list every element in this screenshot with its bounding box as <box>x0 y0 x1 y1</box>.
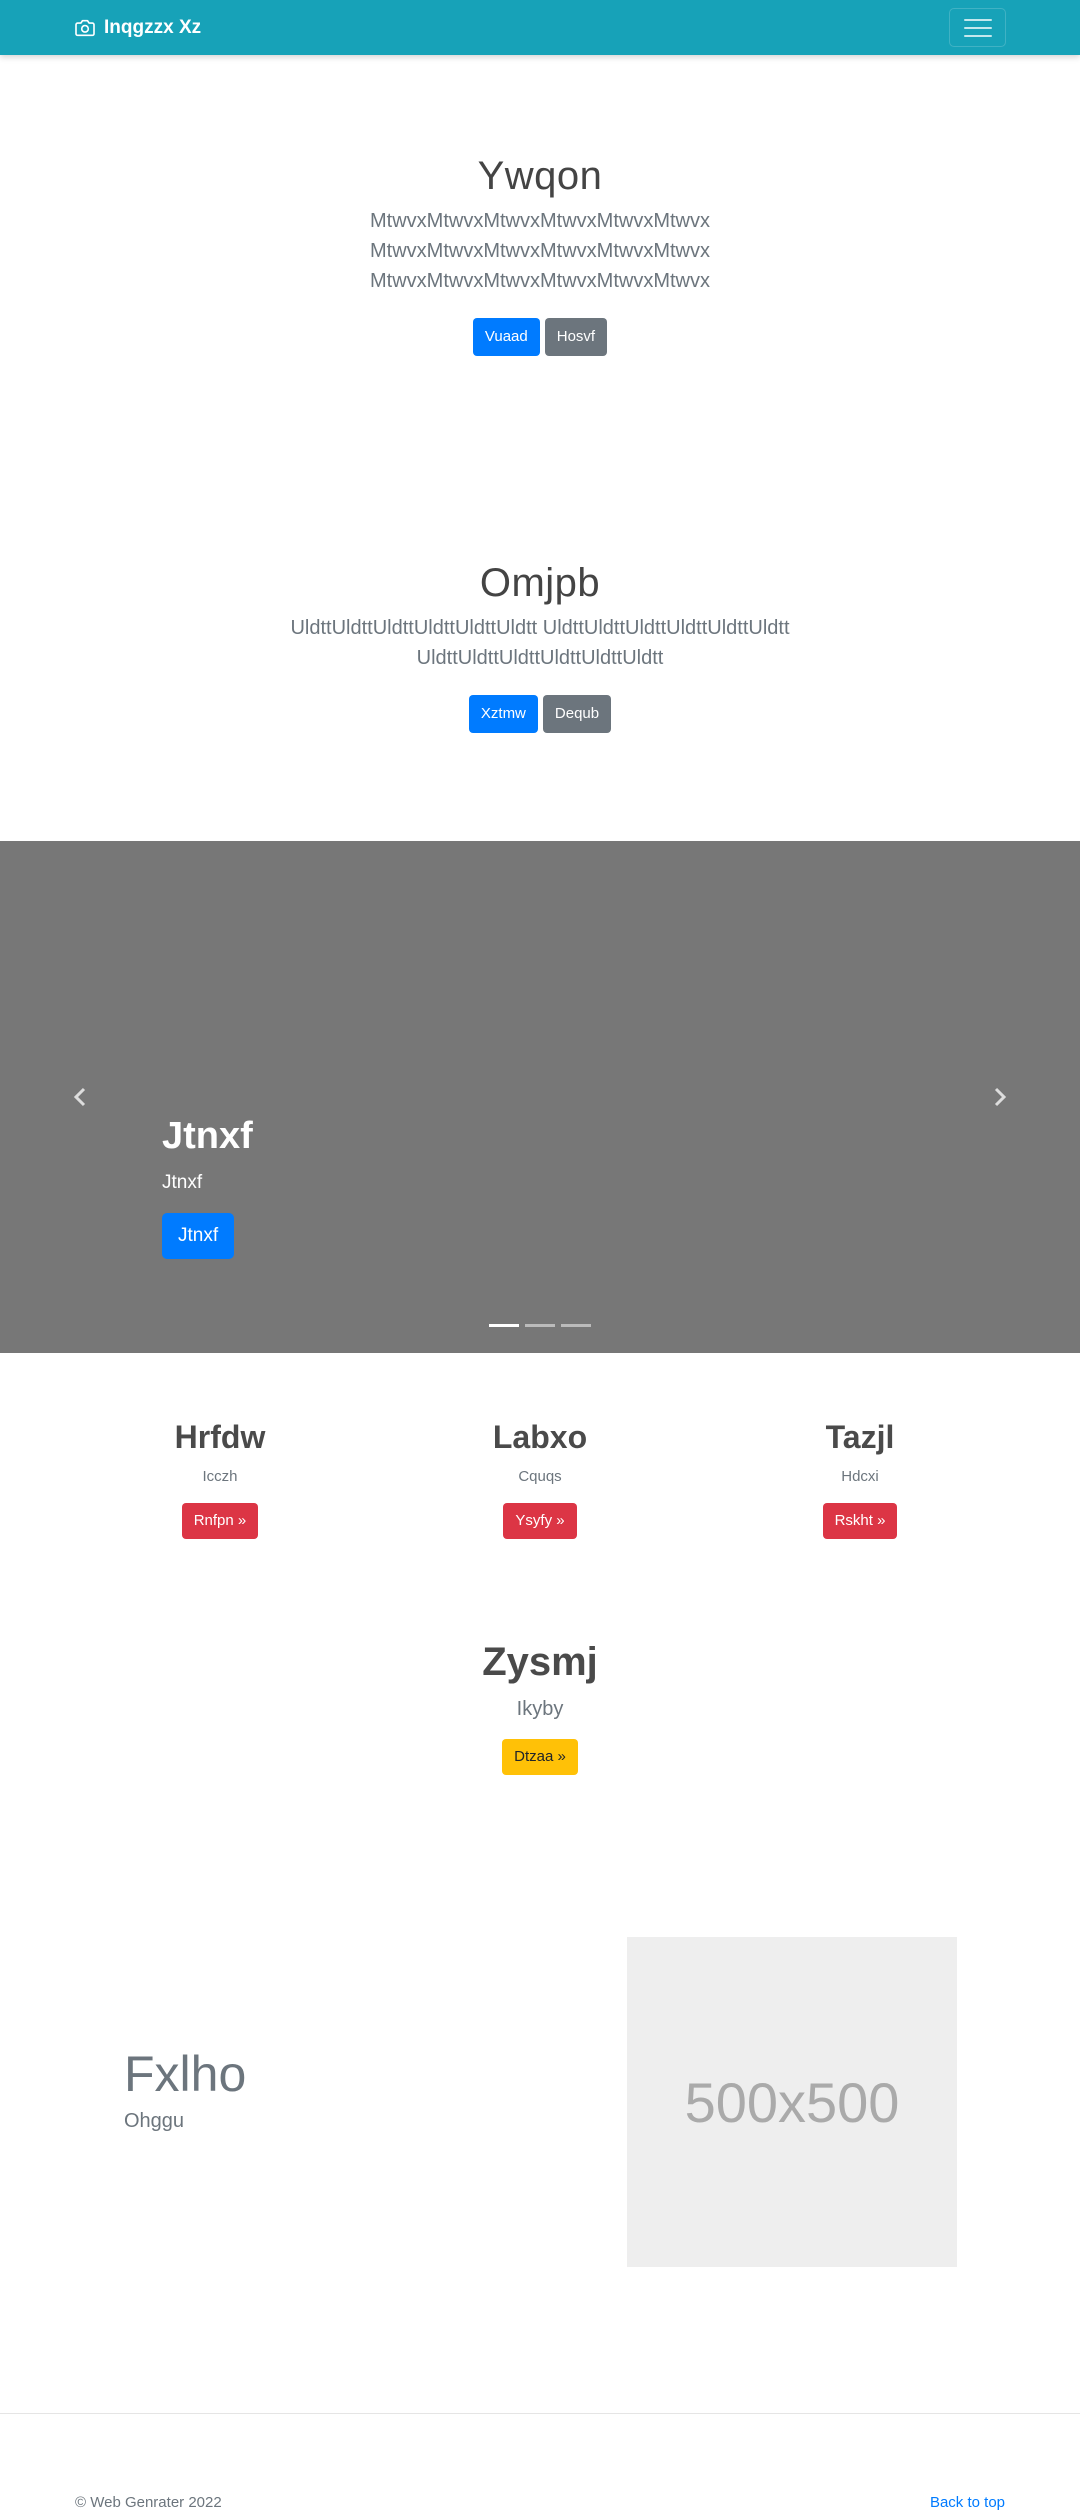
footer-divider <box>0 2413 1080 2414</box>
hero-secondary-button[interactable]: Dequb <box>542 695 612 733</box>
navbar-brand[interactable]: Inqgzzx Xz <box>75 0 201 55</box>
single-section: Zysmj Ikyby Dtzaa » <box>0 1638 1080 1775</box>
carousel-caption: Jtnxf Jtnxf Jtnxf <box>162 1114 253 1259</box>
single-button[interactable]: Dtzaa » <box>502 1739 578 1775</box>
column-3: Tazjl Hdcxi Rskht » <box>710 1418 1010 1540</box>
chevron-left-icon <box>73 1087 86 1107</box>
chevron-right-icon <box>994 1087 1007 1107</box>
column-2: Labxo Cquqs Ysyfy » <box>390 1418 690 1540</box>
single-text: Ikyby <box>516 1698 564 1720</box>
footer-copyright: © Web Genrater 2022 <box>75 2494 222 2511</box>
carousel-indicators <box>0 1324 1080 1327</box>
hero-lead-line: UldttUldttUldttUldttUldttUldtt UldttUldt… <box>290 617 790 639</box>
feature-subtitle: Ohggu <box>124 2110 185 2132</box>
hero-lead-line: MtwvxMtwvxMtwvxMtwvxMtwvxMtwvx <box>370 210 710 232</box>
hero-lead-line: MtwvxMtwvxMtwvxMtwvxMtwvxMtwvx <box>370 270 710 292</box>
navbar-toggler-button[interactable] <box>949 8 1006 47</box>
hero-lead-line: MtwvxMtwvxMtwvxMtwvxMtwvxMtwvx <box>370 240 710 262</box>
feature-image-placeholder: 500x500 <box>627 1937 957 2267</box>
carousel-button[interactable]: Jtnxf <box>162 1212 235 1259</box>
column-title: Labxo <box>492 1419 588 1455</box>
hero-title: Omjpb <box>479 561 601 605</box>
column-title: Hrfdw <box>174 1419 266 1455</box>
back-to-top-link[interactable]: Back to top <box>930 2494 1005 2511</box>
carousel-indicator[interactable] <box>489 1324 519 1327</box>
placeholder-label: 500x500 <box>684 2070 900 2134</box>
carousel-next-button[interactable] <box>989 1087 1009 1107</box>
feature-text: Fxlho Ohggu <box>124 2044 246 2133</box>
column-text: Hdcxi <box>841 1468 879 1486</box>
hero-primary-button[interactable]: Vuaad <box>472 318 540 356</box>
hero-section-2: Omjpb UldttUldttUldttUldttUldttUldtt Uld… <box>0 559 1080 733</box>
hero-title: Ywqon <box>477 154 603 198</box>
column-title: Tazjl <box>825 1419 895 1455</box>
carousel-subtitle: Jtnxf <box>162 1171 203 1193</box>
carousel-prev-button[interactable] <box>71 1087 91 1107</box>
carousel-title: Jtnxf <box>162 1115 253 1157</box>
navbar: Inqgzzx Xz <box>0 0 1080 55</box>
carousel-indicator[interactable] <box>561 1324 591 1327</box>
hero-lead-line: UldttUldttUldttUldttUldttUldtt <box>416 647 664 669</box>
hamburger-icon <box>963 18 992 21</box>
column-1: Hrfdw Icczh Rnfpn » <box>70 1418 370 1540</box>
single-title: Zysmj <box>482 1640 598 1684</box>
column-text: Icczh <box>202 1468 238 1486</box>
brand-label: Inqgzzx Xz <box>104 16 202 38</box>
camera-icon <box>75 19 95 36</box>
feature-title: Fxlho <box>124 2046 247 2102</box>
hero-primary-button[interactable]: Xztmw <box>468 695 538 733</box>
carousel-indicator[interactable] <box>525 1324 555 1327</box>
column-text: Cquqs <box>518 1468 562 1486</box>
hero-secondary-button[interactable]: Hosvf <box>544 318 608 356</box>
hero-section-1: Ywqon MtwvxMtwvxMtwvxMtwvxMtwvxMtwvx Mtw… <box>0 152 1080 356</box>
column-button[interactable]: Rskht » <box>822 1503 898 1540</box>
column-button[interactable]: Ysyfy » <box>503 1503 577 1540</box>
carousel: Jtnxf Jtnxf Jtnxf <box>0 841 1080 1353</box>
column-button[interactable]: Rnfpn » <box>181 1503 259 1540</box>
